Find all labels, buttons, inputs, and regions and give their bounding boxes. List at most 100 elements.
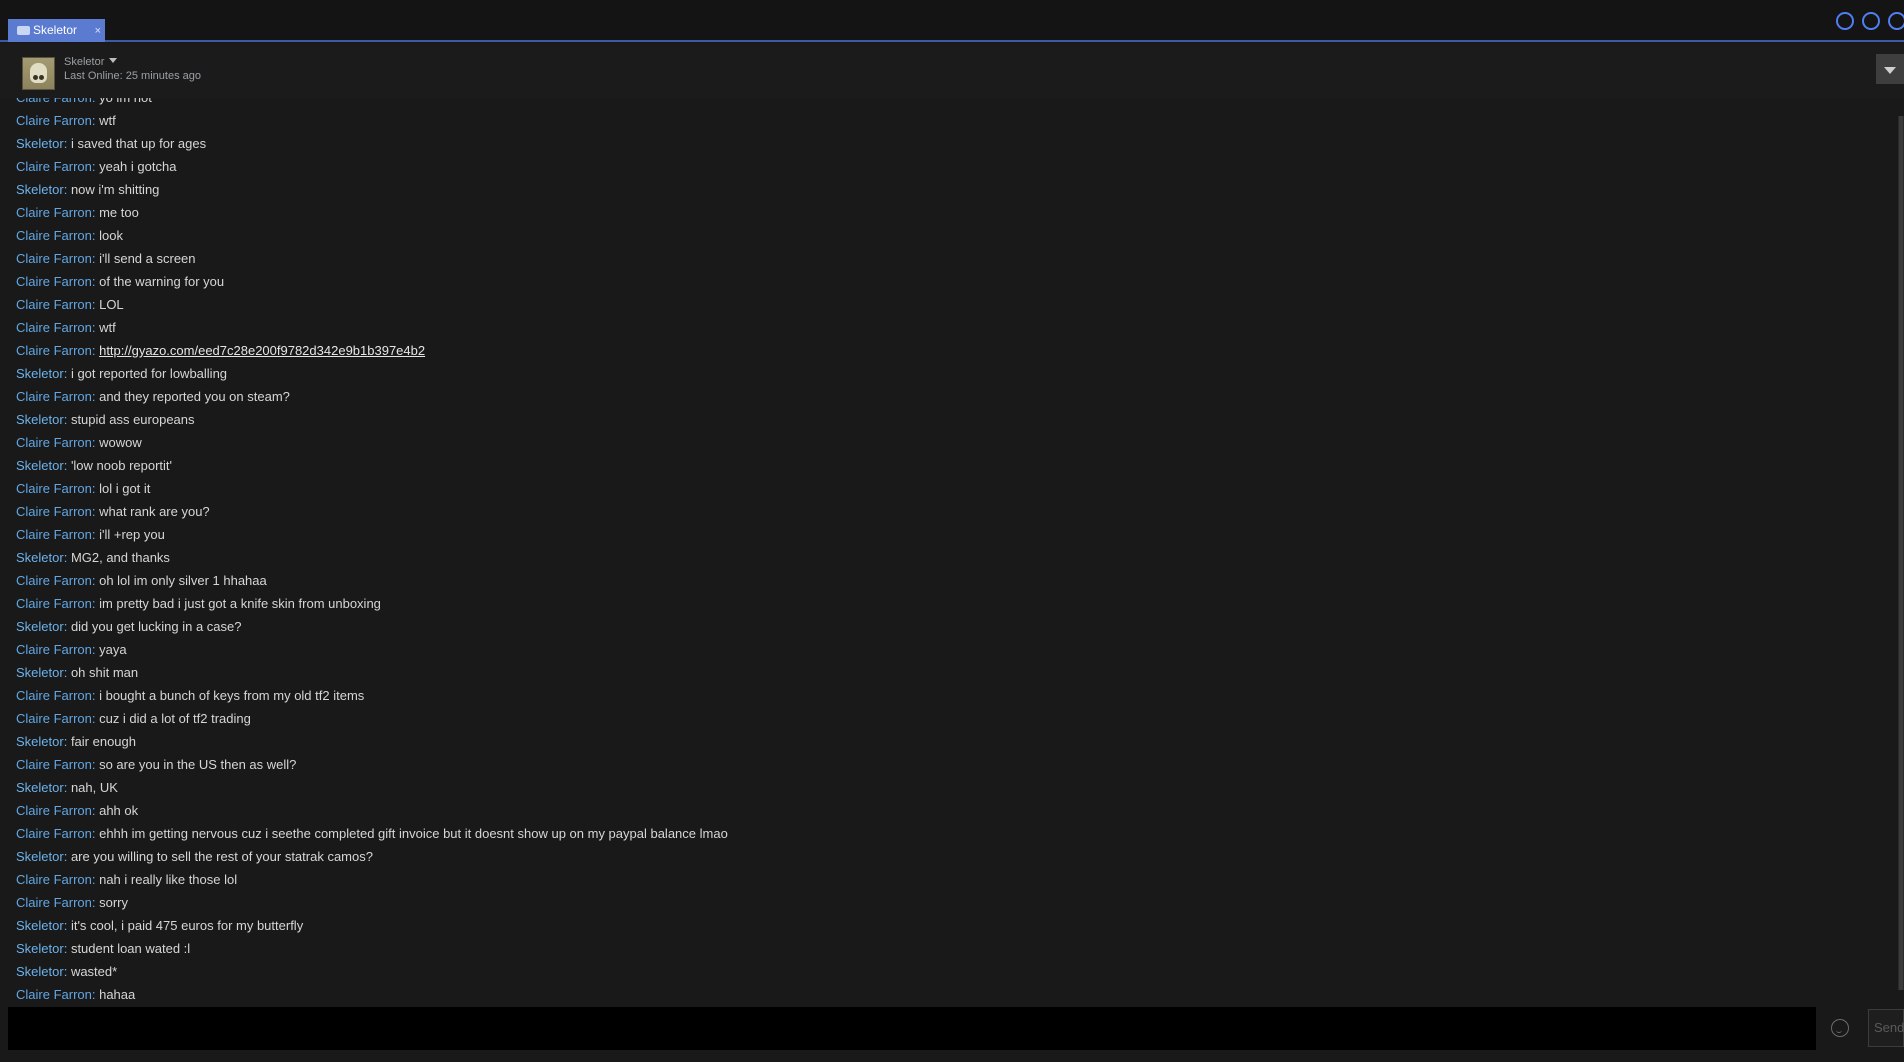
chat-scrollbar[interactable] [1898, 116, 1904, 990]
message-sender[interactable]: Skeletor: [16, 964, 67, 979]
send-button[interactable]: Send [1868, 1009, 1904, 1047]
contact-name[interactable]: Skeletor [64, 56, 104, 68]
message-sender[interactable]: Claire Farron: [16, 826, 95, 841]
message-text: wasted* [70, 964, 118, 979]
message-sender[interactable]: Claire Farron: [16, 251, 95, 266]
message-sender[interactable]: Claire Farron: [16, 527, 95, 542]
message-sender[interactable]: Claire Farron: [16, 688, 95, 703]
message-text: LOL [99, 297, 124, 312]
chat-message: Claire Farron: wowow [16, 433, 142, 453]
chat-message: Skeletor: MG2, and thanks [16, 548, 170, 568]
message-text: oh shit man [70, 665, 139, 680]
message-sender[interactable]: Skeletor: [16, 458, 67, 473]
chat-message: Claire Farron: yaya [16, 640, 127, 660]
message-text: wowow [99, 435, 142, 450]
message-text: i'll send a screen [99, 251, 196, 266]
message-text: i got reported for lowballing [70, 366, 228, 381]
message-text: nah, UK [70, 780, 118, 795]
message-sender[interactable]: Claire Farron: [16, 297, 95, 312]
chat-message: Claire Farron: im pretty bad i just got … [16, 594, 381, 614]
chat-message: Claire Farron: i'll +rep you [16, 525, 165, 545]
message-sender[interactable]: Skeletor: [16, 665, 67, 680]
message-sender[interactable]: Claire Farron: [16, 987, 95, 1001]
message-sender[interactable]: Skeletor: [16, 780, 67, 795]
message-text: i saved that up for ages [70, 136, 207, 151]
tab-label: Skeletor [33, 23, 78, 37]
chat-message: Claire Farron: nah i really like those l… [16, 870, 237, 890]
chat-message: Claire Farron: and they reported you on … [16, 387, 290, 407]
message-sender[interactable]: Claire Farron: [16, 228, 95, 243]
message-text: now i'm shitting [70, 182, 160, 197]
emoticon-icon[interactable] [1831, 1019, 1849, 1037]
chat-message: Skeletor: 'low noob reportit' [16, 456, 172, 476]
chat-message: Claire Farron: lol i got it [16, 479, 150, 499]
avatar[interactable] [22, 57, 55, 90]
message-sender[interactable]: Claire Farron: [16, 573, 95, 588]
message-text: im pretty bad i just got a knife skin fr… [99, 596, 381, 611]
message-sender[interactable]: Claire Farron: [16, 895, 95, 910]
chat-header: Skeletor Last Online: 25 minutes ago [0, 44, 1904, 98]
chat-message: Skeletor: stupid ass europeans [16, 410, 195, 430]
close-tab-icon[interactable]: × [95, 19, 101, 43]
chat-message: Skeletor: it's cool, i paid 475 euros fo… [16, 916, 303, 936]
chat-message: Skeletor: i saved that up for ages [16, 134, 206, 154]
chat-message: Claire Farron: LOL [16, 295, 124, 315]
message-text: ahh ok [99, 803, 139, 818]
chat-message: Claire Farron: wtf [16, 111, 116, 131]
message-sender[interactable]: Claire Farron: [16, 274, 95, 289]
message-link[interactable]: http://gyazo.com/eed7c28e200f9782d342e9b… [99, 343, 425, 358]
message-sender[interactable]: Claire Farron: [16, 435, 95, 450]
message-sender[interactable]: Skeletor: [16, 849, 67, 864]
message-sender[interactable]: Skeletor: [16, 619, 67, 634]
message-sender[interactable]: Claire Farron: [16, 481, 95, 496]
chat-message: Skeletor: nah, UK [16, 778, 118, 798]
message-sender[interactable]: Claire Farron: [16, 803, 95, 818]
message-text: i bought a bunch of keys from my old tf2… [99, 688, 365, 703]
skull-icon [30, 63, 47, 83]
message-text: are you willing to sell the rest of your… [70, 849, 373, 864]
message-sender[interactable]: Claire Farron: [16, 98, 95, 105]
minimize-button[interactable] [1836, 12, 1854, 30]
message-sender[interactable]: Claire Farron: [16, 504, 95, 519]
chevron-down-icon[interactable] [109, 58, 117, 63]
message-sender[interactable]: Skeletor: [16, 412, 67, 427]
maximize-button[interactable] [1862, 12, 1880, 30]
message-sender[interactable]: Skeletor: [16, 941, 67, 956]
message-sender[interactable]: Claire Farron: [16, 711, 95, 726]
message-input[interactable] [8, 1007, 1816, 1050]
message-sender[interactable]: Claire Farron: [16, 343, 95, 358]
message-sender[interactable]: Skeletor: [16, 182, 67, 197]
message-text: ehhh im getting nervous cuz i seethe com… [99, 826, 728, 841]
options-dropdown-button[interactable] [1876, 54, 1904, 84]
chat-message: Claire Farron: ahh ok [16, 801, 138, 821]
chat-message: Skeletor: now i'm shitting [16, 180, 159, 200]
message-sender[interactable]: Skeletor: [16, 550, 67, 565]
message-sender[interactable]: Claire Farron: [16, 113, 95, 128]
scrollbar-thumb[interactable] [1899, 116, 1903, 990]
message-text: and they reported you on steam? [99, 389, 290, 404]
chat-message: Claire Farron: yo im not [16, 98, 152, 108]
message-sender[interactable]: Claire Farron: [16, 757, 95, 772]
message-sender[interactable]: Claire Farron: [16, 642, 95, 657]
message-sender[interactable]: Claire Farron: [16, 872, 95, 887]
message-sender[interactable]: Claire Farron: [16, 159, 95, 174]
close-window-button[interactable] [1888, 12, 1904, 30]
message-sender[interactable]: Claire Farron: [16, 205, 95, 220]
chat-message: Claire Farron: what rank are you? [16, 502, 210, 522]
message-sender[interactable]: Claire Farron: [16, 320, 95, 335]
message-text: wtf [99, 113, 116, 128]
message-sender[interactable]: Skeletor: [16, 366, 67, 381]
chat-tab[interactable]: Skeletor × [8, 19, 105, 42]
chat-message: Claire Farron: wtf [16, 318, 116, 338]
chat-message: Skeletor: oh shit man [16, 663, 138, 683]
message-sender[interactable]: Skeletor: [16, 918, 67, 933]
chat-message: Claire Farron: hahaa [16, 985, 135, 1001]
message-text: sorry [99, 895, 128, 910]
message-sender[interactable]: Claire Farron: [16, 389, 95, 404]
message-sender[interactable]: Skeletor: [16, 136, 67, 151]
chat-message: Claire Farron: i'll send a screen [16, 249, 196, 269]
chat-message: Skeletor: fair enough [16, 732, 136, 752]
message-text: hahaa [99, 987, 136, 1001]
message-sender[interactable]: Skeletor: [16, 734, 67, 749]
message-sender[interactable]: Claire Farron: [16, 596, 95, 611]
